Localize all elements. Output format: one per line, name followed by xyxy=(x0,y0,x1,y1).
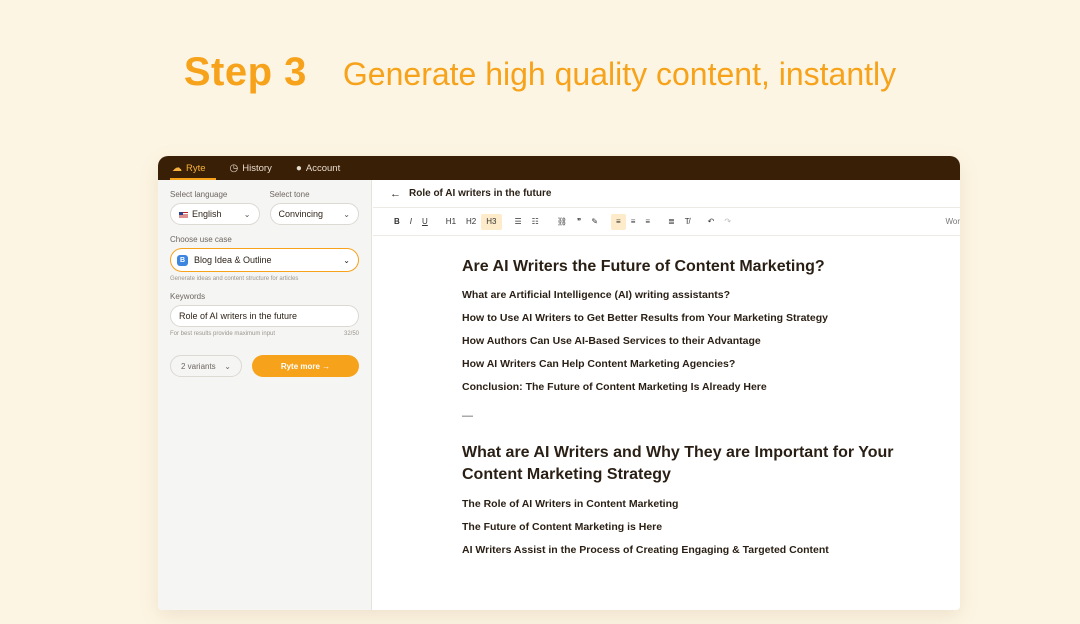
h3-button[interactable]: H3 xyxy=(481,213,502,230)
keywords-input[interactable]: Role of AI writers in the future xyxy=(170,305,359,327)
tone-select[interactable]: Convincing ⌄ xyxy=(269,203,359,225)
list-item: Conclusion: The Future of Content Market… xyxy=(462,381,767,393)
section-heading: Are AI Writers the Future of Content Mar… xyxy=(462,258,825,275)
word-count-label: Wor xyxy=(945,217,960,226)
align-center-icon[interactable]: ≡ xyxy=(626,214,641,230)
section-separator: — xyxy=(462,410,473,422)
blog-icon: B xyxy=(177,254,188,266)
undo-icon[interactable]: ↶ xyxy=(703,214,720,230)
ryte-logo-icon: ☁ xyxy=(172,162,182,174)
chevron-down-icon: ⌄ xyxy=(243,209,251,219)
align-right-icon[interactable]: ≡ xyxy=(640,214,655,230)
redo-icon[interactable]: ↷ xyxy=(719,214,736,230)
tone-label: Select tone xyxy=(269,190,310,199)
list-item: AI Writers Assist in the Process of Crea… xyxy=(462,544,829,556)
language-value: English xyxy=(192,209,222,219)
list-item: How AI Writers Can Help Content Marketin… xyxy=(462,358,736,370)
quote-icon[interactable]: ❞ xyxy=(572,214,586,230)
usecase-select[interactable]: B Blog Idea & Outline ⌄ xyxy=(170,248,359,272)
usecase-value: Blog Idea & Outline xyxy=(194,255,272,265)
link-icon[interactable]: ⛓ xyxy=(552,214,572,230)
document-header: ← Role of AI writers in the future xyxy=(373,180,960,208)
back-arrow-icon[interactable]: ← xyxy=(390,188,401,200)
italic-button[interactable]: I xyxy=(405,214,417,230)
tab-ryte[interactable]: ☁ Ryte xyxy=(168,156,226,180)
tone-value: Convincing xyxy=(278,209,324,219)
top-nav: ☁ Ryte ◷ History ● Account xyxy=(158,156,960,180)
list-item: What are Artificial Intelligence (AI) wr… xyxy=(462,289,730,301)
bold-button[interactable]: B xyxy=(389,214,405,230)
list-item: The Role of AI Writers in Content Market… xyxy=(462,498,679,510)
editor-panel: ← Role of AI writers in the future B I U… xyxy=(373,180,960,610)
variants-select[interactable]: 2 variants ⌄ xyxy=(170,355,242,377)
language-select[interactable]: English ⌄ xyxy=(170,203,260,225)
tab-ryte-label: Ryte xyxy=(186,162,206,174)
list-item: How to Use AI Writers to Get Better Resu… xyxy=(462,312,829,324)
chevron-down-icon: ⌄ xyxy=(343,209,350,219)
tab-history-label: History xyxy=(242,162,272,174)
h2-button[interactable]: H2 xyxy=(461,214,481,230)
chevron-down-icon: ⌄ xyxy=(343,255,350,265)
h1-button[interactable]: H1 xyxy=(441,214,461,230)
chevron-down-icon: ⌄ xyxy=(224,361,231,371)
keywords-hint: For best results provide maximum input xyxy=(170,331,276,337)
app-window: ☁ Ryte ◷ History ● Account Select langua… xyxy=(158,156,960,610)
user-icon: ● xyxy=(295,162,302,174)
variants-value: 2 variants xyxy=(181,361,216,371)
headline: Step 3 Generate high quality content, in… xyxy=(0,50,1080,95)
underline-button[interactable]: U xyxy=(417,214,433,230)
section-heading: What are AI Writers and Why They are Imp… xyxy=(462,444,894,483)
pen-icon[interactable]: ✎ xyxy=(586,214,603,230)
us-flag-icon xyxy=(179,211,188,218)
clear-format-icon[interactable]: T̸ xyxy=(680,214,695,230)
step-number: Step 3 xyxy=(183,50,307,94)
format-toolbar: B I U H1 H2 H3 ☰ ☷ ⛓ ❞ ✎ ≡ ≡ ≡ ≣ T̸ ↶ ↷ … xyxy=(373,208,960,236)
bullet-list-icon[interactable]: ☰ xyxy=(510,214,527,230)
clock-icon: ◷ xyxy=(229,162,239,174)
sidebar: Select language English ⌄ Select tone Co… xyxy=(158,180,372,610)
ryte-more-button[interactable]: Ryte more → xyxy=(252,355,359,377)
tab-account[interactable]: ● Account xyxy=(292,156,360,180)
usecase-label: Choose use case xyxy=(170,235,232,244)
numbered-list-icon[interactable]: ☷ xyxy=(527,214,544,230)
align-left-icon[interactable]: ≡ xyxy=(611,213,626,230)
align-justify-icon[interactable]: ≣ xyxy=(663,214,680,230)
tab-account-label: Account xyxy=(305,162,341,174)
list-item: How Authors Can Use AI-Based Services to… xyxy=(462,335,761,347)
document-title: Role of AI writers in the future xyxy=(409,188,552,199)
document-content[interactable]: Are AI Writers the Future of Content Mar… xyxy=(373,236,960,557)
keywords-count: 32/50 xyxy=(343,331,359,337)
step-subtitle: Generate high quality content, instantly xyxy=(342,56,897,92)
tab-history[interactable]: ◷ History xyxy=(226,156,292,180)
list-item: The Future of Content Marketing is Here xyxy=(462,521,663,533)
usecase-hint: Generate ideas and content structure for… xyxy=(170,276,299,282)
keywords-value: Role of AI writers in the future xyxy=(179,311,298,321)
keywords-label: Keywords xyxy=(170,292,206,301)
language-label: Select language xyxy=(170,190,228,199)
